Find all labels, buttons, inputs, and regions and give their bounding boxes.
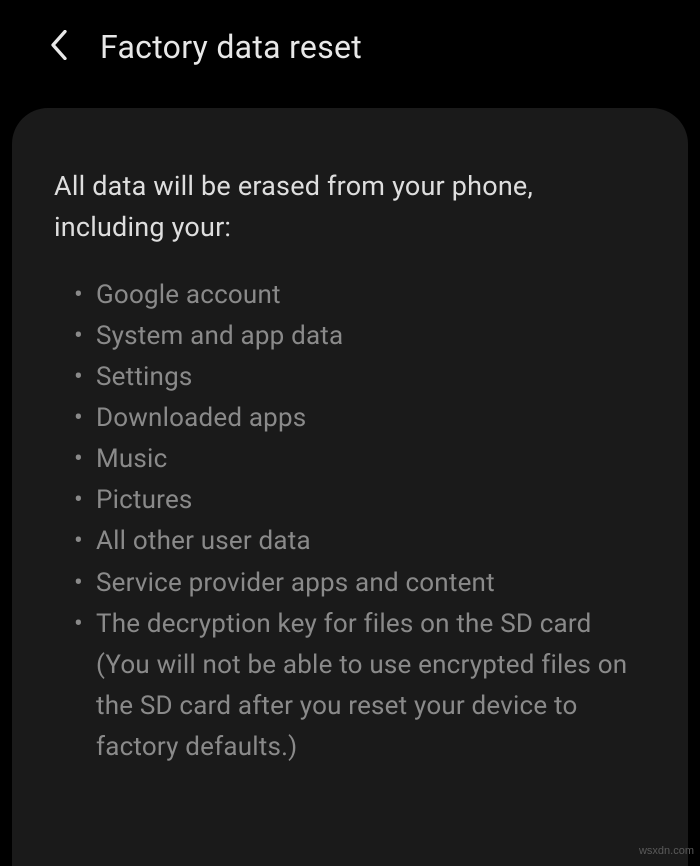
back-button[interactable] — [50, 30, 68, 64]
header: Factory data reset — [0, 0, 700, 90]
page-title: Factory data reset — [100, 28, 362, 66]
list-item: Service provider apps and content — [96, 563, 648, 604]
list-item: System and app data — [96, 316, 648, 357]
chevron-left-icon — [50, 30, 68, 64]
list-item: Downloaded apps — [96, 398, 648, 439]
list-item: Music — [96, 439, 648, 480]
list-item: The decryption key for files on the SD c… — [96, 604, 648, 768]
list-item: Settings — [96, 357, 648, 398]
list-item: Pictures — [96, 480, 648, 521]
watermark: wsxdn.com — [639, 845, 694, 857]
content-card: All data will be erased from your phone,… — [12, 108, 688, 866]
bullet-list: Google account System and app data Setti… — [54, 275, 648, 768]
list-item: Google account — [96, 275, 648, 316]
intro-text: All data will be erased from your phone,… — [54, 166, 648, 247]
list-item: All other user data — [96, 521, 648, 562]
